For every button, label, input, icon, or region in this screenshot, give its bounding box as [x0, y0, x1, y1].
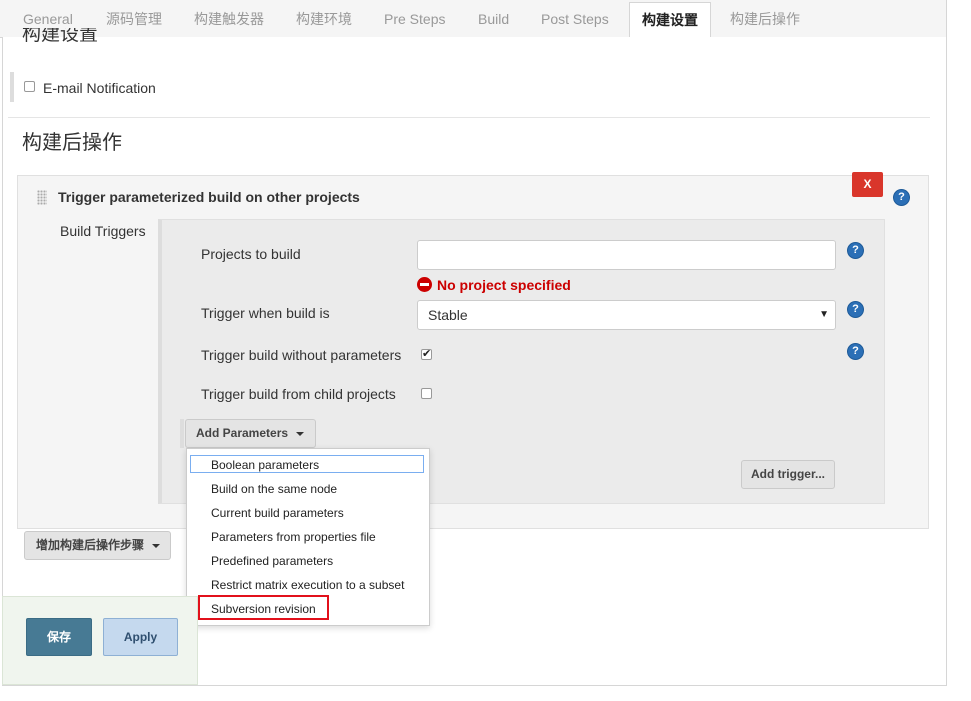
- help-icon[interactable]: ?: [848, 243, 863, 258]
- from-child-label: Trigger build from child projects: [201, 386, 396, 402]
- save-button[interactable]: 保存: [26, 618, 92, 656]
- tab-pre-steps[interactable]: Pre Steps: [384, 0, 445, 37]
- tab-source-management[interactable]: 源码管理: [106, 0, 162, 37]
- add-parameters-button[interactable]: Add Parameters: [185, 419, 316, 448]
- menu-item-restrict-matrix-execution[interactable]: Restrict matrix execution to a subset: [211, 573, 404, 597]
- email-notification-row: [10, 72, 35, 102]
- help-icon[interactable]: ?: [848, 302, 863, 317]
- menu-item-current-build-parameters[interactable]: Current build parameters: [211, 501, 344, 525]
- tab-build-environment[interactable]: 构建环境: [296, 0, 352, 37]
- menu-item-build-on-same-node[interactable]: Build on the same node: [211, 477, 337, 501]
- section-divider: [8, 117, 930, 118]
- build-triggers-label: Build Triggers: [60, 223, 146, 239]
- help-icon[interactable]: ?: [894, 190, 909, 205]
- add-parameters-wrap: [180, 419, 184, 448]
- build-settings-heading: 构建设置: [22, 28, 99, 45]
- tab-build-triggers[interactable]: 构建触发器: [194, 0, 264, 37]
- email-notification-label: E-mail Notification: [43, 80, 156, 96]
- drag-handle-icon[interactable]: [37, 190, 47, 205]
- caret-down-icon: [296, 431, 305, 436]
- trigger-when-select[interactable]: Stable ▼: [417, 300, 836, 330]
- caret-down-icon: [152, 543, 161, 548]
- error-icon: [417, 277, 432, 292]
- error-message: No project specified: [417, 277, 571, 293]
- add-post-build-step-button[interactable]: 增加构建后操作步骤: [24, 531, 171, 560]
- from-child-checkbox[interactable]: [421, 388, 432, 399]
- trigger-when-label: Trigger when build is: [201, 305, 330, 321]
- menu-item-boolean-parameters[interactable]: Boolean parameters: [190, 455, 424, 473]
- apply-button[interactable]: Apply: [103, 618, 178, 656]
- help-icon[interactable]: ?: [848, 344, 863, 359]
- highlight-annotation: [198, 595, 329, 620]
- menu-item-predefined-parameters[interactable]: Predefined parameters: [211, 549, 333, 573]
- without-params-checkbox[interactable]: ✔: [421, 349, 432, 360]
- tab-build[interactable]: Build: [478, 0, 509, 37]
- post-build-heading: 构建后操作: [22, 132, 122, 154]
- step-title: Trigger parameterized build on other pro…: [58, 189, 360, 205]
- add-trigger-button[interactable]: Add trigger...: [741, 460, 835, 489]
- delete-step-button[interactable]: X: [852, 172, 883, 197]
- tab-build-settings[interactable]: 构建设置: [629, 2, 711, 39]
- without-params-label: Trigger build without parameters: [201, 347, 402, 363]
- dropdown-arrow-icon: ▼: [819, 309, 829, 320]
- projects-to-build-input[interactable]: [417, 240, 836, 270]
- menu-item-parameters-from-properties-file[interactable]: Parameters from properties file: [211, 525, 376, 549]
- config-tab-bar: General 源码管理 构建触发器 构建环境 Pre Steps Build …: [0, 0, 947, 39]
- tab-post-steps[interactable]: Post Steps: [541, 0, 609, 37]
- email-notification-checkbox[interactable]: [24, 81, 35, 92]
- projects-to-build-label: Projects to build: [201, 246, 301, 262]
- tab-post-build-actions[interactable]: 构建后操作: [730, 0, 800, 37]
